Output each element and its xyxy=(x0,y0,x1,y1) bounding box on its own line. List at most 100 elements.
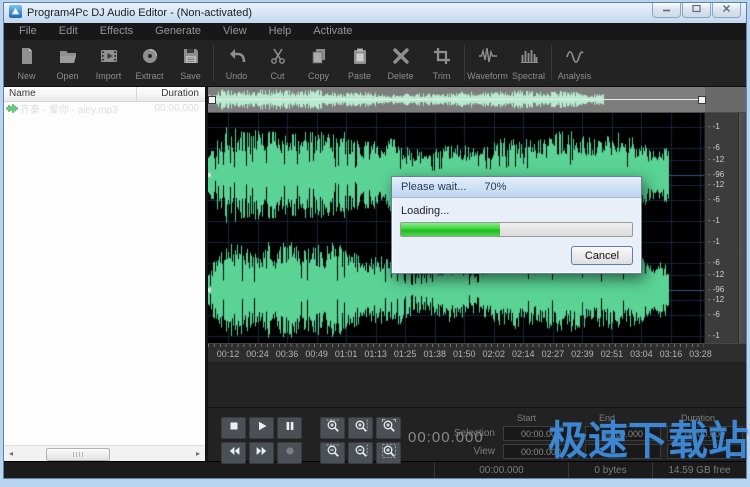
scrollbar-thumb[interactable] xyxy=(46,448,110,461)
zoom-in-vertical-button[interactable] xyxy=(348,417,373,439)
progress-bar xyxy=(400,222,633,237)
menu-item-file[interactable]: File xyxy=(8,23,48,40)
dialog-percent: 70% xyxy=(484,181,506,193)
title-bar[interactable]: Program4Pc DJ Audio Editor - (Non-activa… xyxy=(4,3,746,23)
toolbar-undo-button[interactable]: Undo xyxy=(216,41,257,85)
file-list-horizontal-scrollbar[interactable]: ◂ ▸ xyxy=(4,445,205,461)
timeline-label: 03:16 xyxy=(660,349,683,359)
toolbar-import-button[interactable]: Import xyxy=(88,41,129,85)
toolbar-separator xyxy=(213,45,214,81)
minimize-icon xyxy=(661,4,672,16)
pause-button[interactable] xyxy=(277,417,302,439)
timeline-label: 02:27 xyxy=(542,349,565,359)
toolbar-new-button[interactable]: New xyxy=(6,41,47,85)
zoom-out-horizontal-button[interactable] xyxy=(320,442,345,464)
toolbar-button-label: Paste xyxy=(348,71,371,81)
progress-fill xyxy=(401,223,500,236)
toolbar-button-label: Spectral xyxy=(512,71,545,81)
toolbar-analysis-button[interactable]: Analysis xyxy=(554,41,595,85)
dialog-title: Please wait... xyxy=(401,181,466,193)
db-ruler-label: -1 xyxy=(708,237,720,246)
zoom-in-horizontal-button[interactable] xyxy=(320,417,345,439)
open-folder-icon xyxy=(58,46,78,71)
toolbar-button-label: Open xyxy=(56,71,78,81)
scrollbar-track[interactable] xyxy=(18,447,191,460)
db-ruler-label: -12 xyxy=(708,180,724,189)
toolbar-button-label: Analysis xyxy=(558,71,592,81)
zoom-in-vertical-icon xyxy=(354,419,368,438)
waveform-overview[interactable] xyxy=(208,87,746,113)
zoom-full-button[interactable] xyxy=(376,442,401,464)
column-header-duration[interactable]: Duration xyxy=(137,87,205,101)
toolbar-trim-button[interactable]: Trim xyxy=(421,41,462,85)
import-media-icon xyxy=(99,46,119,71)
db-ruler-label: -1 xyxy=(708,331,720,340)
dialog-title-bar[interactable]: Please wait... 70% xyxy=(392,177,641,198)
stop-button[interactable] xyxy=(221,417,246,439)
fast-forward-icon xyxy=(256,444,268,462)
maximize-button[interactable] xyxy=(682,3,711,18)
toolbar-extract-button[interactable]: Extract xyxy=(129,41,170,85)
play-button[interactable] xyxy=(249,417,274,439)
menu-item-view[interactable]: View xyxy=(212,23,258,40)
watermark: 极速下载站 xyxy=(548,408,748,466)
cancel-button[interactable]: Cancel xyxy=(571,246,633,265)
toolbar-button-label: Import xyxy=(96,71,122,81)
maximize-icon xyxy=(691,4,702,16)
new-document-icon xyxy=(17,46,37,71)
rewind-button[interactable] xyxy=(221,442,246,464)
timeline-ruler[interactable]: 00:1200:2400:3600:4901:0101:1301:2501:38… xyxy=(208,343,746,362)
toolbar-paste-button[interactable]: Paste xyxy=(339,41,380,85)
minimize-button[interactable] xyxy=(652,3,681,18)
stop-icon xyxy=(228,419,240,437)
fast-forward-button[interactable] xyxy=(249,442,274,464)
menu-item-generate[interactable]: Generate xyxy=(144,23,212,40)
zoom-out-vertical-button[interactable] xyxy=(348,442,373,464)
timeline-label: 01:01 xyxy=(335,349,358,359)
toolbar-separator xyxy=(464,45,465,81)
dialog-message: Loading... xyxy=(401,205,633,217)
rewind-icon xyxy=(228,444,240,462)
toolbar-copy-button[interactable]: Copy xyxy=(298,41,339,85)
overview-end-handle[interactable] xyxy=(698,96,706,104)
db-ruler: -1-6-12-96-12-6-1-1-6-12-96-12-6-1 xyxy=(704,113,738,343)
timeline-label: 02:02 xyxy=(483,349,506,359)
db-ruler-label: -12 xyxy=(708,155,724,164)
timeline-label: 03:04 xyxy=(630,349,653,359)
file-list-empty-area xyxy=(4,115,205,445)
file-list-item[interactable]: 齐秦 - 爱你 - aiey.mp3 00:00.000 xyxy=(4,102,205,115)
db-ruler-label: -6 xyxy=(708,143,720,152)
dialog-actions: Cancel xyxy=(400,246,633,265)
scroll-left-arrow-icon[interactable]: ◂ xyxy=(4,449,18,458)
vertical-scrollbar[interactable] xyxy=(738,113,746,343)
close-button[interactable] xyxy=(712,3,741,18)
menu-item-effects[interactable]: Effects xyxy=(89,23,144,40)
db-ruler-label: -6 xyxy=(708,258,720,267)
scroll-right-arrow-icon[interactable]: ▸ xyxy=(191,449,205,458)
menu-item-help[interactable]: Help xyxy=(258,23,303,40)
selection-row-label: Selection xyxy=(447,428,497,439)
toolbar-spectral-button[interactable]: Spectral xyxy=(508,41,549,85)
column-header-name[interactable]: Name xyxy=(4,87,137,101)
toolbar-delete-button[interactable]: Delete xyxy=(380,41,421,85)
audio-file-icon xyxy=(4,103,20,114)
toolbar-button-label: Waveform xyxy=(467,71,508,81)
db-ruler-label: -12 xyxy=(708,295,724,304)
timeline-label: 02:14 xyxy=(512,349,535,359)
overview-start-handle[interactable] xyxy=(208,96,216,104)
toolbar: New Open Import ExtractSaveUndoCutCopy Paste… xyxy=(4,40,746,87)
toolbar-waveform-button[interactable]: Waveform xyxy=(467,41,508,85)
record-button[interactable] xyxy=(277,442,302,464)
lower-empty-area xyxy=(208,362,746,407)
paste-clipboard-icon xyxy=(350,46,370,71)
save-floppy-icon xyxy=(181,46,201,71)
zoom-in-selection-button[interactable] xyxy=(376,417,401,439)
toolbar-open-button[interactable]: Open xyxy=(47,41,88,85)
toolbar-save-button[interactable]: Save xyxy=(170,41,211,85)
menu-item-edit[interactable]: Edit xyxy=(48,23,89,40)
toolbar-button-label: Trim xyxy=(433,71,451,81)
menu-item-activate[interactable]: Activate xyxy=(302,23,363,40)
record-icon xyxy=(284,444,296,462)
db-ruler-label: -96 xyxy=(708,170,724,179)
toolbar-cut-button[interactable]: Cut xyxy=(257,41,298,85)
